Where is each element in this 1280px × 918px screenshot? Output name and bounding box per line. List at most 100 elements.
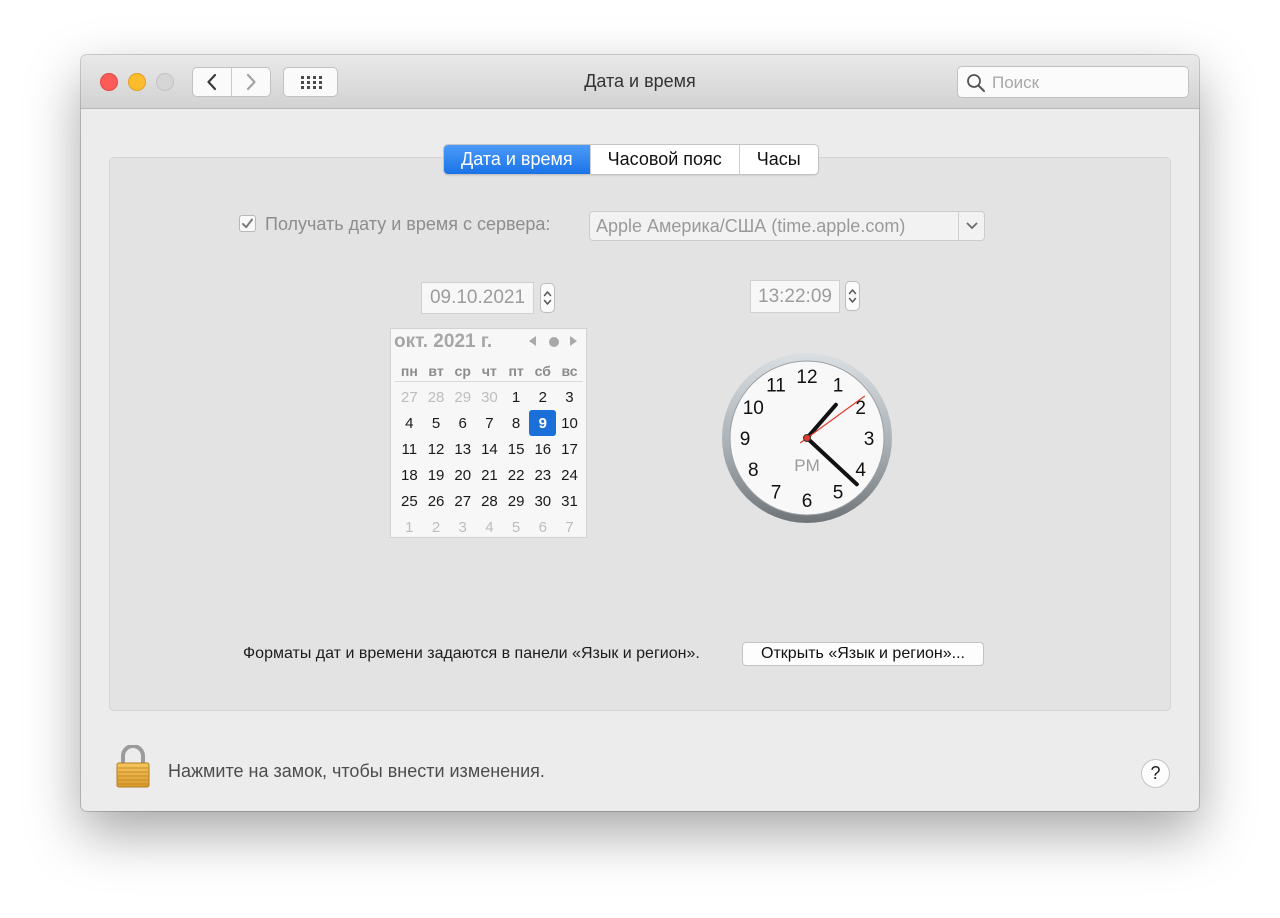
weekday-label: вс	[561, 363, 578, 379]
weekday-label: вт	[428, 363, 444, 379]
weekday-label: сб	[534, 363, 551, 379]
calendar-day-grid: 27 28 29 30 1 2 3 4 5 6 7 8 9 10 11 12 13 14 15 16 17 18 19 20 2…	[396, 384, 583, 540]
today-dot-button[interactable]	[549, 337, 559, 347]
server-sync-label: Получать дату и время с сервера:	[265, 214, 551, 234]
clock-hour-number: 6	[802, 491, 813, 512]
calendar-day[interactable]: 1	[396, 514, 423, 540]
clock-hour-number: 5	[833, 483, 844, 504]
calendar-day[interactable]: 28	[423, 384, 450, 410]
search-icon	[967, 74, 985, 92]
clock-period-label: PM	[794, 456, 820, 475]
chevron-down-icon	[966, 222, 977, 229]
calendar-day[interactable]: 26	[423, 488, 450, 514]
calendar-day-selected[interactable]: 9	[529, 410, 557, 436]
lock-hint-text: Нажмите на замок, чтобы внести изменения…	[168, 761, 545, 781]
analog-clock: 12 1234567891011PM	[722, 353, 892, 523]
clock-hour-number: 11	[766, 375, 786, 396]
time-field[interactable]: 13:22:09	[750, 280, 840, 313]
previous-month-icon[interactable]	[529, 336, 537, 346]
format-note: Форматы дат и времени задаются в панели …	[243, 645, 700, 662]
calendar-day[interactable]: 21	[476, 462, 503, 488]
title-bar: Дата и время	[81, 55, 1199, 109]
calendar-week-row: 11 12 13 14 15 16 17	[396, 436, 583, 462]
calendar-week-row: 4 5 6 7 8 9 10	[396, 410, 583, 436]
calendar-day[interactable]: 4	[476, 514, 503, 540]
calendar-day[interactable]: 6	[529, 514, 556, 540]
calendar-day[interactable]: 17	[556, 436, 583, 462]
clock-hour-number: 9	[740, 429, 751, 450]
time-stepper[interactable]	[845, 281, 860, 311]
calendar-day[interactable]: 10	[556, 410, 583, 436]
calendar-day[interactable]: 23	[529, 462, 556, 488]
weekday-label: чт	[481, 363, 497, 379]
calendar-day[interactable]: 5	[423, 410, 450, 436]
calendar-day[interactable]: 1	[503, 384, 530, 410]
clock-hour-number: 1	[833, 375, 844, 396]
search-field[interactable]	[957, 66, 1189, 98]
calendar-day[interactable]: 2	[529, 384, 556, 410]
next-month-icon[interactable]	[569, 336, 577, 346]
tab-bar: Дата и время Часовой пояс Часы	[443, 144, 819, 175]
calendar-week-row: 27 28 29 30 1 2 3	[396, 384, 583, 410]
preferences-window: Дата и время Дата и время Часовой пояс Ч…	[81, 55, 1199, 811]
tab-time-zone[interactable]: Часовой пояс	[589, 145, 739, 174]
tab-clock[interactable]: Часы	[738, 145, 818, 174]
server-sync-checkbox[interactable]	[239, 215, 256, 232]
calendar-day[interactable]: 30	[529, 488, 556, 514]
calendar-day[interactable]: 19	[423, 462, 450, 488]
calendar-day[interactable]: 16	[529, 436, 556, 462]
clock-hour-number: 12	[796, 367, 817, 388]
calendar-day[interactable]: 3	[449, 514, 476, 540]
calendar-day[interactable]: 14	[476, 436, 503, 462]
calendar-day[interactable]: 25	[396, 488, 423, 514]
calendar-day[interactable]: 28	[476, 488, 503, 514]
calendar-day[interactable]: 22	[503, 462, 530, 488]
calendar-divider	[395, 381, 583, 382]
calendar-day[interactable]: 8	[503, 410, 530, 436]
calendar-day[interactable]: 7	[476, 410, 503, 436]
select-arrow	[958, 212, 984, 240]
clock-hour-number: 7	[771, 483, 782, 504]
calendar-day[interactable]: 12	[423, 436, 450, 462]
help-button[interactable]: ?	[1141, 759, 1170, 788]
calendar-day[interactable]: 29	[503, 488, 530, 514]
calendar-day[interactable]: 5	[503, 514, 530, 540]
weekday-label: ср	[454, 363, 471, 379]
calendar-week-row: 25 26 27 28 29 30 31	[396, 488, 583, 514]
date-stepper[interactable]	[540, 283, 555, 313]
time-server-select[interactable]: Apple Америка/США (time.apple.com)	[589, 211, 985, 241]
weekday-label: пт	[508, 363, 524, 379]
search-input[interactable]	[990, 71, 1184, 95]
calendar-week-row: 1234567	[396, 514, 583, 540]
calendar-day[interactable]: 4	[396, 410, 423, 436]
calendar-day[interactable]: 15	[503, 436, 530, 462]
clock-hour-number: 4	[855, 460, 866, 481]
calendar-day[interactable]: 7	[556, 514, 583, 540]
open-language-region-button[interactable]: Открыть «Язык и регион»...	[742, 642, 984, 666]
calendar-day[interactable]: 30	[476, 384, 503, 410]
stepper-arrows-icon	[543, 291, 552, 305]
calendar-weekday-header: пн вт ср чт пт сб вс	[396, 363, 583, 381]
clock-hour-number: 3	[864, 429, 875, 450]
calendar-day[interactable]: 31	[556, 488, 583, 514]
calendar-day[interactable]: 2	[423, 514, 450, 540]
calendar-day[interactable]: 29	[449, 384, 476, 410]
lock-icon[interactable]	[115, 745, 151, 789]
month-calendar: окт. 2021 г. пн вт ср чт пт сб вс 27 28 29…	[390, 328, 587, 538]
calendar-day[interactable]: 11	[396, 436, 423, 462]
calendar-day[interactable]: 6	[449, 410, 476, 436]
date-field[interactable]: 09.10.2021	[421, 282, 534, 314]
calendar-day[interactable]: 13	[449, 436, 476, 462]
calendar-day[interactable]: 24	[556, 462, 583, 488]
calendar-week-row: 18 19 20 21 22 23 24	[396, 462, 583, 488]
time-server-value: Apple Америка/США (time.apple.com)	[596, 216, 906, 236]
calendar-day[interactable]: 3	[556, 384, 583, 410]
weekday-label: пн	[400, 363, 418, 379]
calendar-day[interactable]: 20	[449, 462, 476, 488]
tab-date-time[interactable]: Дата и время	[444, 145, 590, 174]
clock-center-pin	[803, 434, 811, 442]
calendar-day[interactable]: 27	[396, 384, 423, 410]
calendar-day[interactable]: 18	[396, 462, 423, 488]
stepper-arrows-icon	[848, 289, 857, 303]
calendar-day[interactable]: 27	[449, 488, 476, 514]
